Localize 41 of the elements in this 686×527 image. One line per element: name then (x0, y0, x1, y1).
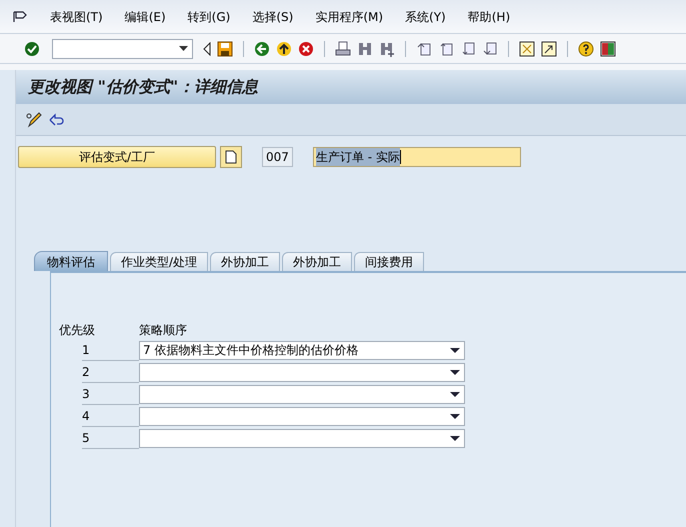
column-header: 优先级 (59, 322, 96, 339)
menu-item[interactable]: 编辑(E) (124, 8, 166, 26)
save-icon[interactable] (217, 40, 233, 56)
pencil-glasses-icon[interactable] (26, 112, 42, 128)
shortcut-icon[interactable] (541, 40, 557, 56)
tab[interactable]: 外协加工 (282, 252, 352, 271)
document-button[interactable] (220, 146, 242, 168)
strategy-dropdown[interactable]: 7 依据物料主文件中价格控制的估价价格 (139, 340, 465, 360)
last-page-icon[interactable] (482, 40, 498, 56)
back-icon[interactable] (254, 40, 270, 56)
menu-item[interactable]: 表视图(T) (50, 8, 103, 26)
layout-icon[interactable] (600, 40, 616, 56)
dropdown-arrow-icon[interactable] (179, 46, 188, 51)
exit-icon[interactable] (276, 40, 292, 56)
cancel-icon[interactable] (298, 40, 314, 56)
enter-check-icon[interactable] (24, 40, 40, 56)
tab[interactable]: 外协加工 (210, 252, 280, 271)
code-field: 007 (262, 147, 293, 167)
document-icon (225, 150, 237, 164)
description-field[interactable]: 生产订单 - 实际 (312, 147, 521, 167)
tab[interactable]: 间接费用 (354, 252, 424, 271)
tab[interactable]: 物料评估 (34, 251, 108, 271)
menu-item[interactable]: 转到(G) (188, 8, 230, 26)
help-icon[interactable] (578, 40, 594, 56)
print-icon[interactable] (335, 40, 351, 56)
valuation-variant-button[interactable]: 评估变式/工厂 (18, 146, 216, 168)
menu-item[interactable]: 系统(Y) (405, 8, 446, 26)
next-page-icon[interactable] (460, 40, 476, 56)
menu-item[interactable]: 实用程序(M) (315, 8, 384, 26)
first-page-icon[interactable] (416, 40, 432, 56)
new-window-icon[interactable] (519, 40, 535, 56)
menu-item[interactable]: 选择(S) (252, 8, 294, 26)
tab[interactable]: 作业类型/处理 (110, 252, 208, 271)
command-field[interactable] (52, 38, 193, 58)
column-header: 策略顺序 (139, 322, 187, 339)
previous-page-icon[interactable] (438, 40, 454, 56)
selected-text: 生产订单 - 实际 (316, 148, 400, 166)
screen-title: 更改视图 "估价变式"：详细信息 (28, 76, 258, 98)
undo-arrow-icon[interactable] (48, 112, 64, 128)
menu-item[interactable]: 帮助(H) (468, 8, 510, 26)
triangle-left-icon[interactable] (203, 42, 211, 56)
